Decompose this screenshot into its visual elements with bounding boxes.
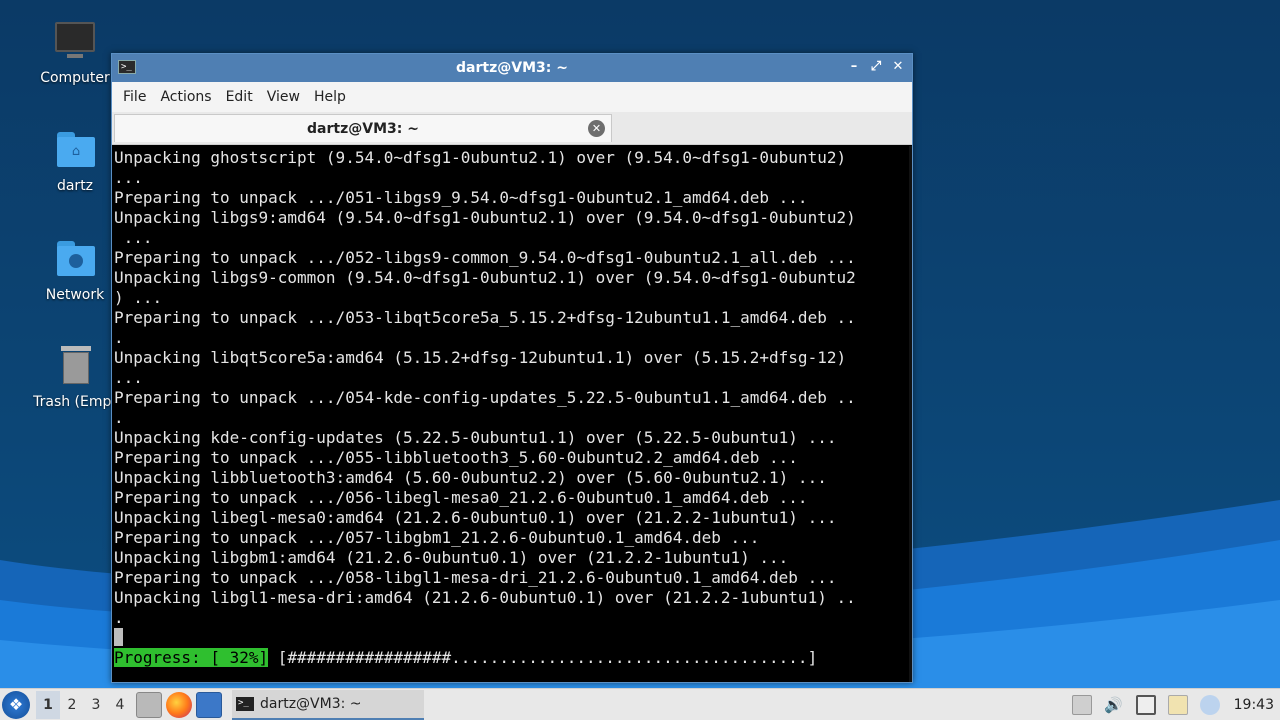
terminal-window: >_ dartz@VM3: ~ – ⤢ ✕ File Actions Edit …	[111, 53, 913, 683]
update-notifier-icon[interactable]	[1199, 695, 1220, 715]
network-folder-icon	[53, 237, 97, 281]
workspace-4[interactable]: 4	[108, 691, 132, 719]
taskbar-task-terminal[interactable]: >_ dartz@VM3: ~	[232, 689, 424, 720]
window-titlebar[interactable]: >_ dartz@VM3: ~ – ⤢ ✕	[112, 54, 912, 82]
tab-bar: dartz@VM3: ~ ✕	[112, 112, 912, 145]
cursor-line	[114, 628, 910, 648]
menu-view[interactable]: View	[260, 85, 307, 109]
menu-file[interactable]: File	[116, 85, 153, 109]
file-manager-icon[interactable]	[136, 691, 162, 718]
menubar: File Actions Edit View Help	[112, 82, 912, 112]
desktop-icon-label: dartz	[56, 178, 94, 194]
system-tray: 🔊 19:43	[1066, 689, 1280, 720]
desktop-icon-computer[interactable]: Computer	[28, 20, 122, 86]
tab-close-icon[interactable]: ✕	[588, 120, 605, 137]
progress-line: Progress: [ 32%] [#################.....…	[114, 648, 910, 668]
desktop-icon-label: Trash (Empt	[33, 394, 117, 410]
terminal-lines: Unpacking ghostscript (9.54.0~dfsg1-0ubu…	[114, 148, 910, 628]
window-title: dartz@VM3: ~	[456, 60, 568, 76]
show-desktop-icon[interactable]	[196, 691, 222, 718]
progress-label: Progress: [ 32%]	[114, 648, 269, 667]
menu-edit[interactable]: Edit	[219, 85, 260, 109]
terminal-scrollbar[interactable]	[909, 146, 912, 682]
terminal-line: Unpacking ghostscript (9.54.0~dfsg1-0ubu…	[114, 148, 847, 167]
terminal-line: .	[114, 608, 124, 627]
terminal-line: Preparing to unpack .../057-libgbm1_21.2…	[114, 528, 760, 547]
terminal-line: ...	[114, 168, 143, 187]
terminal-line: ...	[114, 368, 143, 387]
terminal-line: ...	[114, 228, 153, 247]
computer-icon	[53, 20, 97, 64]
clock[interactable]: 19:43	[1234, 697, 1274, 713]
terminal-line: Preparing to unpack .../055-libbluetooth…	[114, 448, 798, 467]
terminal-line: Unpacking libgs9-common (9.54.0~dfsg1-0u…	[114, 268, 856, 287]
home-folder-icon: ⌂	[53, 128, 97, 172]
terminal-line: .	[114, 328, 124, 347]
terminal-line: Preparing to unpack .../054-kde-config-u…	[114, 388, 856, 407]
terminal-line: Unpacking kde-config-updates (5.22.5-0ub…	[114, 428, 837, 447]
desktop-icon-home[interactable]: ⌂ dartz	[28, 128, 122, 194]
terminal-line: ) ...	[114, 288, 163, 307]
terminal-line: Unpacking libgbm1:amd64 (21.2.6-0ubuntu0…	[114, 548, 789, 567]
desktop-icon-network[interactable]: Network	[28, 237, 122, 303]
workspace-2[interactable]: 2	[60, 691, 84, 719]
progress-bar: [#################......................…	[268, 648, 818, 667]
taskbar: ❖ 1 2 3 4 >_ dartz@VM3: ~ 🔊 19:43	[0, 688, 1280, 720]
terminal-line: Preparing to unpack .../058-libgl1-mesa-…	[114, 568, 837, 587]
menu-help[interactable]: Help	[307, 85, 353, 109]
terminal-line: Unpacking libgs9:amd64 (9.54.0~dfsg1-0ub…	[114, 208, 856, 227]
desktop-icon-label: Network	[45, 287, 105, 303]
workspace-3[interactable]: 3	[84, 691, 108, 719]
terminal-line: .	[114, 408, 124, 427]
close-icon[interactable]: ✕	[890, 58, 906, 76]
network-icon[interactable]	[1135, 695, 1156, 715]
clipboard-icon[interactable]	[1167, 695, 1188, 715]
terminal-line: Preparing to unpack .../051-libgs9_9.54.…	[114, 188, 808, 207]
text-cursor	[114, 628, 123, 646]
start-menu-button[interactable]: ❖	[2, 690, 30, 719]
terminal-line: Unpacking libbluetooth3:amd64 (5.60-0ubu…	[114, 468, 827, 487]
app-menu-icon: ❖	[8, 694, 24, 714]
terminal-app-icon[interactable]: >_	[118, 60, 136, 74]
terminal-line: Unpacking libqt5core5a:amd64 (5.15.2+dfs…	[114, 348, 847, 367]
terminal-line: Unpacking libegl-mesa0:amd64 (21.2.6-0ub…	[114, 508, 837, 527]
firefox-icon[interactable]	[166, 691, 192, 718]
terminal-line: Preparing to unpack .../056-libegl-mesa0…	[114, 488, 808, 507]
terminal-task-icon: >_	[236, 696, 254, 711]
menu-actions[interactable]: Actions	[153, 85, 218, 109]
desktop-icon-label: Computer	[40, 70, 110, 86]
desktop-icon-trash[interactable]: Trash (Empt	[28, 344, 122, 410]
terminal-line: Unpacking libgl1-mesa-dri:amd64 (21.2.6-…	[114, 588, 856, 607]
tab-terminal[interactable]: dartz@VM3: ~ ✕	[114, 114, 612, 142]
trash-icon	[53, 344, 97, 388]
volume-icon[interactable]: 🔊	[1104, 695, 1124, 715]
minimize-icon[interactable]: –	[846, 58, 862, 76]
tab-label: dartz@VM3: ~	[307, 120, 419, 137]
maximize-icon[interactable]: ⤢	[868, 58, 884, 76]
terminal-line: Preparing to unpack .../053-libqt5core5a…	[114, 308, 856, 327]
tray-arrow-icon[interactable]	[1071, 695, 1092, 715]
terminal-output[interactable]: Unpacking ghostscript (9.54.0~dfsg1-0ubu…	[112, 146, 912, 682]
task-label: dartz@VM3: ~	[260, 695, 362, 712]
workspace-1[interactable]: 1	[36, 690, 60, 719]
terminal-line: Preparing to unpack .../052-libgs9-commo…	[114, 248, 856, 267]
